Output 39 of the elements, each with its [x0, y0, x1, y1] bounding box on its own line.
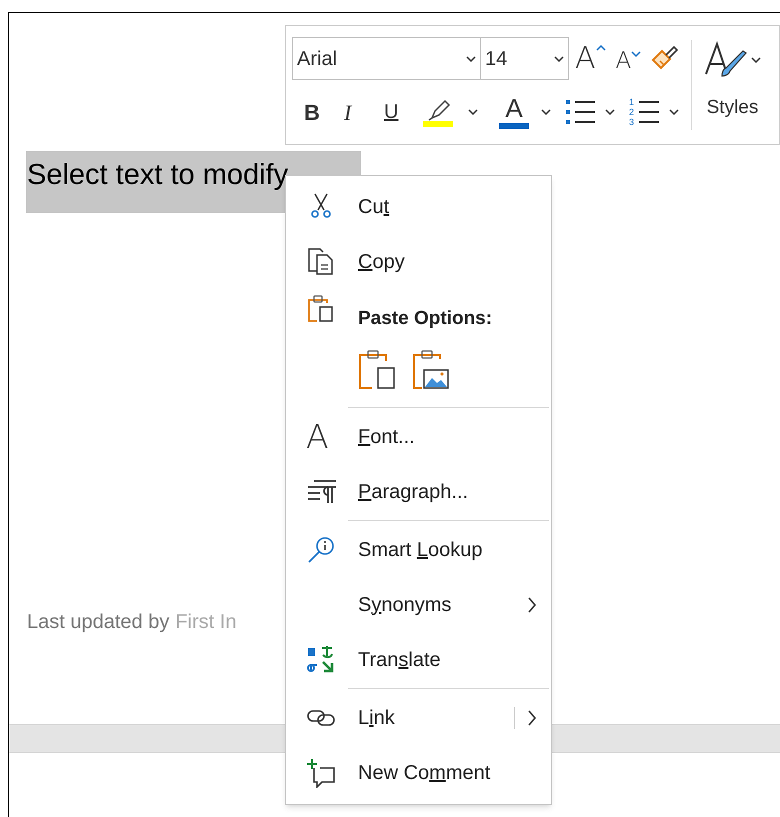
magnifier-icon: [306, 534, 336, 564]
copy-icon: [306, 246, 336, 276]
paste-keep-formatting-icon[interactable]: [358, 350, 396, 390]
comment-icon: [306, 758, 336, 788]
menu-item[interactable]: Link: [286, 690, 551, 745]
font-color-button[interactable]: A: [498, 95, 530, 129]
chevron-right-icon[interactable]: [527, 596, 537, 612]
caret-up-icon: [596, 44, 606, 52]
menu-item[interactable]: New Comment: [286, 745, 551, 800]
chevron-down-icon[interactable]: [605, 109, 615, 115]
menu-item[interactable]: Synonyms: [286, 577, 551, 632]
font-name-field[interactable]: Arial: [292, 37, 481, 80]
chevron-right-icon[interactable]: [527, 710, 537, 726]
font-glyph-icon: A: [306, 420, 329, 453]
chevron-down-icon[interactable]: [468, 109, 478, 115]
clipboard-icon: [306, 295, 336, 325]
chevron-down-icon[interactable]: [751, 57, 761, 63]
chevron-down-icon[interactable]: [541, 109, 551, 115]
font-size-field[interactable]: 14: [481, 37, 569, 80]
section-heading: Paste Options:: [358, 306, 492, 330]
chevron-down-icon[interactable]: [554, 56, 564, 62]
bullet-list-icon[interactable]: [565, 97, 597, 127]
footer-label: Last updated by: [27, 610, 170, 635]
menu-item[interactable]: A Font...: [286, 409, 551, 464]
underline-button[interactable]: U: [384, 97, 422, 127]
menu-item[interactable]: Smart Lookup: [286, 522, 551, 577]
styles-button[interactable]: Styles: [692, 26, 761, 144]
grow-font-button[interactable]: A: [575, 44, 606, 74]
author-name: First In: [175, 610, 236, 635]
italic-button[interactable]: I: [344, 96, 384, 128]
paste-picture-icon[interactable]: [412, 350, 450, 390]
menu-item[interactable]: Paragraph...: [286, 464, 551, 519]
chevron-down-icon[interactable]: [669, 109, 679, 115]
shrink-font-button[interactable]: A: [616, 44, 642, 72]
caret-down-icon: [631, 50, 642, 58]
chevron-down-icon[interactable]: [466, 56, 476, 62]
menu-item[interactable]: Copy: [286, 234, 551, 289]
menu-item[interactable]: Translate: [286, 632, 551, 687]
bold-button[interactable]: B: [304, 96, 344, 128]
